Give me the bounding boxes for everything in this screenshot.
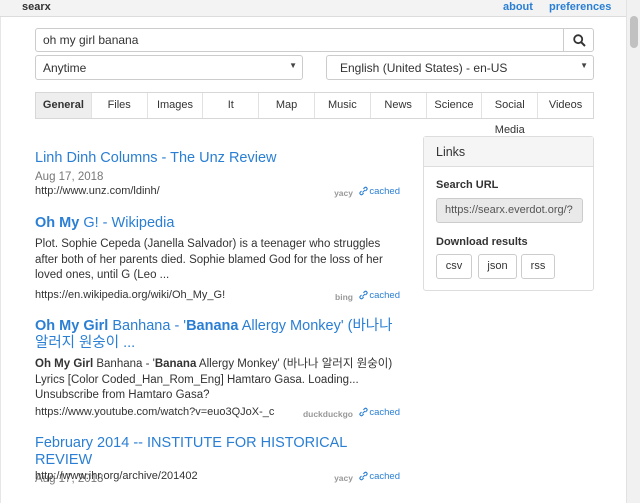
tab-general[interactable]: General xyxy=(36,93,92,118)
links-panel: Links Search URL https://searx.everdot.o… xyxy=(423,136,594,291)
search-url-label: Search URL xyxy=(436,179,499,191)
link-icon xyxy=(359,407,368,417)
snippet-text: Banhana - ' xyxy=(93,358,155,370)
result-url[interactable]: https://www.youtube.com/watch?v=euo3QJoX… xyxy=(35,406,274,418)
language-value: English (United States) - en-US xyxy=(340,61,508,75)
result-title-link[interactable]: Oh My G! - Wikipedia xyxy=(35,215,400,232)
cached-label: cached xyxy=(369,290,400,301)
tab-files[interactable]: Files xyxy=(92,93,148,118)
result-engine: yacy xyxy=(334,188,353,198)
category-tabs: General Files Images It Map Music News S… xyxy=(35,92,594,136)
title-highlight: Oh My Girl xyxy=(35,318,109,334)
result-item: February 2014 -- INSTITUTE FOR HISTORICA… xyxy=(35,435,400,485)
snippet-highlight: Oh My Girl xyxy=(35,358,94,370)
result-item: Oh My G! - Wikipedia Plot. Sophie Cepeda… xyxy=(35,215,400,305)
result-engine: bing xyxy=(335,292,353,302)
title-highlight: Banana xyxy=(186,318,239,334)
result-title-link[interactable]: February 2014 -- INSTITUTE FOR HISTORICA… xyxy=(35,435,400,469)
search-icon xyxy=(573,34,586,47)
cached-link[interactable]: cached xyxy=(359,471,400,482)
tab-it[interactable]: It xyxy=(203,93,260,118)
scrollbar-thumb[interactable] xyxy=(630,16,638,48)
language-select[interactable]: English (United States) - en-US ▼ xyxy=(326,55,594,80)
result-engine: duckduckgo xyxy=(302,409,353,419)
time-range-value: Anytime xyxy=(43,61,87,75)
tab-map[interactable]: Map xyxy=(259,93,315,118)
brand-logo[interactable]: searx xyxy=(22,1,51,13)
title-highlight: Oh My xyxy=(35,215,80,231)
download-json-button[interactable]: json xyxy=(478,254,517,279)
result-date: Aug 17, 2018 xyxy=(35,171,104,183)
tab-news[interactable]: News xyxy=(371,93,427,118)
result-snippet: Oh My Girl Banhana - 'Banana Allergy Mon… xyxy=(35,357,400,404)
search-button[interactable] xyxy=(563,28,594,52)
title-text: Banhana - ' xyxy=(108,318,187,334)
scrollbar[interactable] xyxy=(626,0,640,503)
cached-label: cached xyxy=(369,407,400,418)
about-link[interactable]: about xyxy=(503,1,533,13)
result-title-link[interactable]: Linh Dinh Columns - The Unz Review xyxy=(35,150,400,167)
result-url[interactable]: https://en.wikipedia.org/wiki/Oh_My_G! xyxy=(35,289,225,301)
dropdown-arrow-icon: ▼ xyxy=(580,61,588,70)
result-url[interactable]: http://www.unz.com/ldinh/ xyxy=(35,185,160,197)
download-csv-button[interactable]: csv xyxy=(436,254,472,279)
result-item: Linh Dinh Columns - The Unz Review Aug 1… xyxy=(35,150,400,198)
cached-link[interactable]: cached xyxy=(359,186,400,197)
cached-link[interactable]: cached xyxy=(359,290,400,301)
preferences-link[interactable]: preferences xyxy=(549,1,611,13)
search-url-field[interactable]: https://searx.everdot.org/? xyxy=(436,198,583,223)
cached-link[interactable]: cached xyxy=(359,407,400,418)
snippet-highlight: Banana xyxy=(154,358,197,370)
link-icon xyxy=(359,471,368,481)
link-icon xyxy=(359,186,368,196)
cached-label: cached xyxy=(369,471,400,482)
download-rss-button[interactable]: rss xyxy=(521,254,555,279)
tab-music[interactable]: Music xyxy=(315,93,371,118)
link-icon xyxy=(359,290,368,300)
result-item: Oh My Girl Banhana - 'Banana Allergy Mon… xyxy=(35,318,400,420)
time-range-select[interactable]: Anytime ▼ xyxy=(35,55,303,80)
title-text: G! - Wikipedia xyxy=(79,215,175,231)
tab-social-media[interactable]: Social Media xyxy=(482,93,539,136)
top-bar: searx about preferences xyxy=(0,0,640,17)
result-url[interactable]: http://www.ihr.org/archive/201402 xyxy=(35,470,198,482)
dropdown-arrow-icon: ▼ xyxy=(289,61,297,70)
cached-label: cached xyxy=(369,186,400,197)
tab-images[interactable]: Images xyxy=(148,93,204,118)
result-title-link[interactable]: Oh My Girl Banhana - 'Banana Allergy Mon… xyxy=(35,318,400,352)
download-results-label: Download results xyxy=(436,236,528,248)
search-input[interactable]: oh my girl banana xyxy=(35,28,563,52)
result-snippet: Plot. Sophie Cepeda (Janella Salvador) i… xyxy=(35,238,383,281)
links-panel-title: Links xyxy=(424,137,593,167)
tab-science[interactable]: Science xyxy=(427,93,483,118)
result-engine: yacy xyxy=(334,473,353,483)
tab-videos[interactable]: Videos xyxy=(538,93,593,118)
